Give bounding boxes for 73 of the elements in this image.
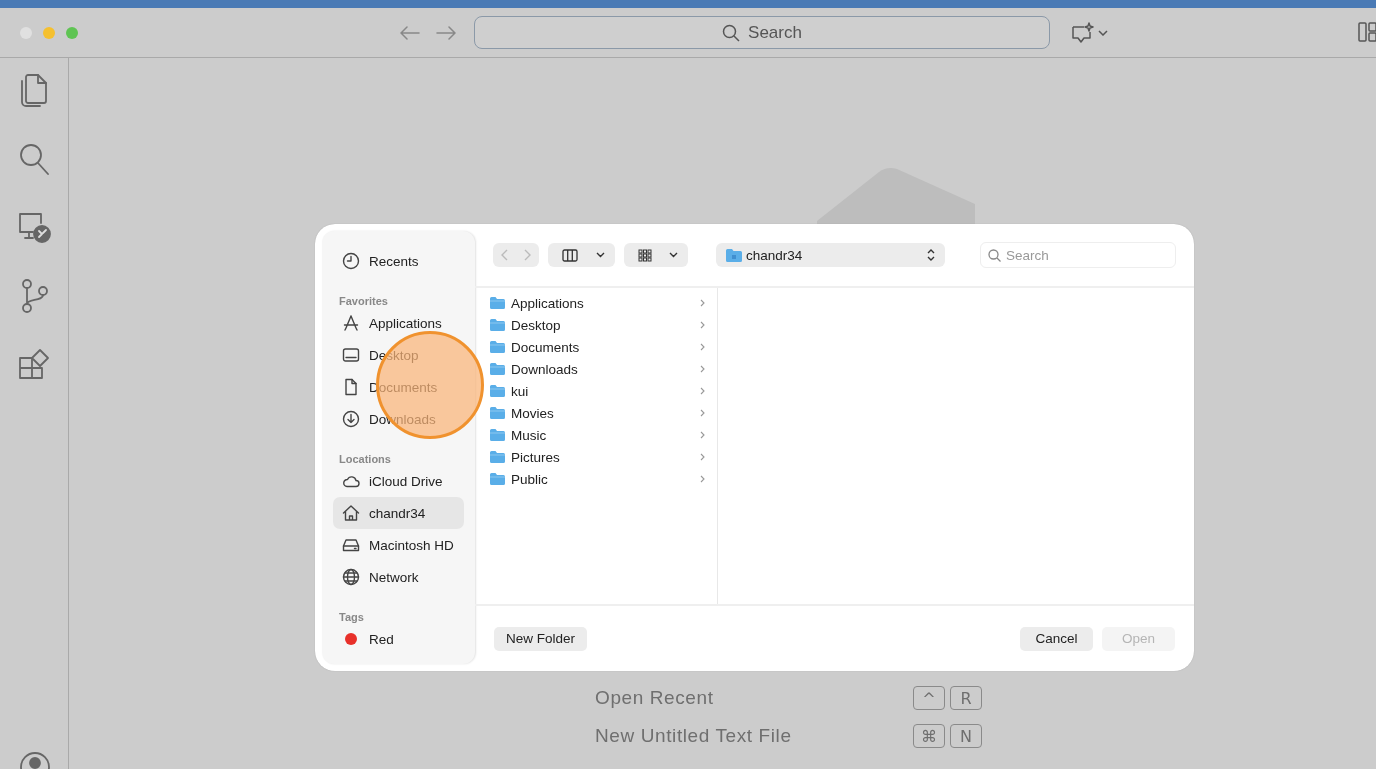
globe-icon xyxy=(342,568,360,586)
sidebar-item[interactable]: Recents xyxy=(333,245,464,277)
sidebar-item[interactable]: iCloud Drive xyxy=(333,465,464,497)
chevron-right-icon xyxy=(700,343,705,351)
display-icon xyxy=(342,346,360,364)
clock-icon xyxy=(342,252,360,270)
folder-icon xyxy=(490,385,505,397)
up-down-chevron-icon xyxy=(927,249,935,261)
folder-icon xyxy=(490,341,505,353)
folder-row[interactable]: Movies xyxy=(490,402,705,424)
chevron-right-icon xyxy=(700,365,705,373)
chat-sparkle-icon[interactable] xyxy=(1070,21,1094,44)
files-icon[interactable] xyxy=(18,72,50,108)
view-mode-button[interactable] xyxy=(548,243,615,267)
house-icon xyxy=(342,504,360,522)
search-field[interactable]: Search xyxy=(980,242,1176,268)
chevron-down-icon xyxy=(669,252,678,258)
folder-row[interactable]: kui xyxy=(490,380,705,402)
back-arrow-icon[interactable] xyxy=(400,25,420,40)
chevron-right-icon xyxy=(700,409,705,417)
remote-display-icon[interactable] xyxy=(17,210,51,244)
columns-icon xyxy=(562,248,578,262)
folder-row[interactable]: Music xyxy=(490,424,705,446)
new-folder-button[interactable]: New Folder xyxy=(494,626,588,651)
chevron-right-icon xyxy=(700,431,705,439)
folder-row[interactable]: Documents xyxy=(490,336,705,358)
section-heading: Locations xyxy=(338,452,392,465)
keyboard-key: ⌘ xyxy=(913,724,945,748)
folder-row[interactable]: Pictures xyxy=(490,446,705,468)
folder-icon xyxy=(490,473,505,485)
folder-row[interactable]: Desktop xyxy=(490,314,705,336)
search-icon xyxy=(722,23,741,42)
document-icon xyxy=(342,378,360,396)
search-button[interactable]: Search xyxy=(474,16,1050,49)
chevron-right-icon xyxy=(700,299,705,307)
group-button[interactable] xyxy=(624,243,688,267)
grid-icon xyxy=(638,248,652,262)
search-icon[interactable] xyxy=(18,142,50,176)
hard-drive-icon xyxy=(342,536,360,554)
download-icon xyxy=(342,410,360,428)
folder-icon xyxy=(490,407,505,419)
folder-row[interactable]: Public xyxy=(490,468,705,490)
section-heading: Favorites xyxy=(338,294,389,307)
extensions-icon[interactable] xyxy=(18,348,50,380)
chevron-right-icon xyxy=(700,321,705,329)
app-store-icon xyxy=(342,314,360,332)
folder-icon xyxy=(490,297,505,309)
forward-arrow-icon[interactable] xyxy=(436,25,456,40)
chevron-down-icon xyxy=(596,252,605,258)
chevron-right-icon xyxy=(700,453,705,461)
chevron-down-icon[interactable] xyxy=(1098,29,1108,36)
folder-row[interactable]: Applications xyxy=(490,292,705,314)
chevron-right-icon xyxy=(700,387,705,395)
home-folder-icon xyxy=(726,248,742,262)
sidebar-item[interactable]: Macintosh HD xyxy=(333,529,464,561)
folder-icon xyxy=(490,319,505,331)
chevron-right-icon xyxy=(700,475,705,483)
sidebar-item[interactable]: chandr34 xyxy=(333,497,464,529)
layout-icon[interactable] xyxy=(1358,22,1376,42)
sidebar-item[interactable]: Network xyxy=(333,561,464,593)
search-icon xyxy=(988,249,1001,262)
folder-icon xyxy=(490,363,505,375)
sidebar-item[interactable]: Red xyxy=(333,623,464,655)
cancel-button[interactable]: Cancel xyxy=(1020,626,1093,651)
folder-icon xyxy=(490,429,505,441)
keyboard-key: ^ xyxy=(913,686,945,710)
folder-row[interactable]: Downloads xyxy=(490,358,705,380)
keyboard-key: R xyxy=(950,686,982,710)
folder-icon xyxy=(490,451,505,463)
location-popup-button[interactable]: chandr34 xyxy=(716,243,945,267)
keyboard-key: N xyxy=(950,724,982,748)
section-heading: Tags xyxy=(338,610,365,623)
source-control-icon[interactable] xyxy=(19,278,49,314)
